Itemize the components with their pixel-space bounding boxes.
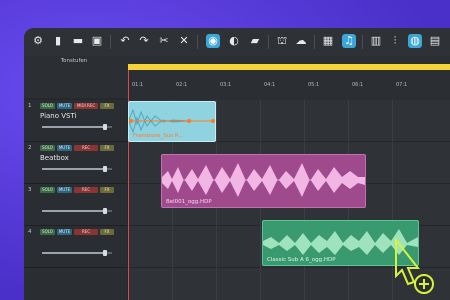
toolbar-separator bbox=[362, 35, 363, 49]
fx-button[interactable]: FX bbox=[100, 229, 114, 235]
export-icon[interactable]: ⛫ bbox=[275, 34, 289, 48]
fx-button[interactable]: FX bbox=[100, 187, 114, 193]
open-file-icon[interactable]: ▬ bbox=[71, 34, 85, 48]
track-number: 2 bbox=[28, 145, 32, 151]
volume-fill bbox=[42, 168, 105, 170]
track-header[interactable]: 2 SOLO MUTE REC FX Beatbox bbox=[24, 142, 127, 184]
ruler[interactable]: 01:1 02:1 03:1 04:1 05:1 06:1 07:1 bbox=[128, 78, 450, 100]
solo-button[interactable]: SOLO bbox=[40, 103, 55, 109]
loop-icon[interactable]: ◐ bbox=[227, 34, 241, 48]
keyboard-icon[interactable]: ▥ bbox=[369, 34, 383, 48]
solo-button[interactable]: SOLO bbox=[40, 229, 55, 235]
redo-icon[interactable]: ↷ bbox=[137, 34, 151, 48]
solo-button[interactable]: SOLO bbox=[40, 145, 55, 151]
rec-button[interactable]: REC bbox=[74, 229, 98, 235]
clip-name: Classic Sub A 6_ogg.HDP bbox=[267, 257, 336, 263]
add-cursor-icon bbox=[395, 238, 434, 294]
ruler-mark: 03:1 bbox=[220, 82, 232, 88]
toolbar-separator bbox=[314, 35, 315, 49]
track-name[interactable]: Piano VSTi bbox=[40, 112, 76, 120]
mute-button[interactable]: MUTE bbox=[57, 145, 72, 151]
save-icon[interactable]: ▣ bbox=[90, 34, 104, 48]
mixer-icon[interactable]: ⫶ bbox=[388, 34, 402, 48]
audio-clip[interactable]: Bel001_ogg.HDP bbox=[161, 154, 366, 208]
ruler-mark: 02:1 bbox=[176, 82, 188, 88]
gear-icon[interactable]: ⚙ bbox=[31, 34, 45, 48]
volume-slider[interactable] bbox=[42, 124, 112, 130]
track-number: 4 bbox=[28, 229, 32, 235]
toolbar: ⚙ ▮ ▬ ▣ ↶ ↷ ✂ ✕ ◉ ◐ ▰ ⛫ ☁ ▦ ♫ ▥ ⫶ ◍ ▤ bbox=[24, 28, 450, 57]
volume-slider[interactable] bbox=[42, 208, 112, 214]
volume-slider[interactable] bbox=[42, 250, 112, 256]
volume-fill bbox=[42, 252, 105, 254]
track-header-empty bbox=[24, 268, 127, 300]
ruler-mark: 07:1 bbox=[396, 82, 408, 88]
fx-button[interactable]: FX bbox=[100, 103, 114, 109]
ruler-mark: 04:1 bbox=[264, 82, 276, 88]
daw-window: ⚙ ▮ ▬ ▣ ↶ ↷ ✂ ✕ ◉ ◐ ▰ ⛫ ☁ ▦ ♫ ▥ ⫶ ◍ ▤ To… bbox=[24, 28, 450, 300]
toolbar-separator bbox=[110, 35, 111, 49]
clip-name: Bel001_ogg.HDP bbox=[166, 199, 212, 205]
undo-icon[interactable]: ↶ bbox=[118, 34, 132, 48]
music-note-icon[interactable]: ♫ bbox=[342, 34, 356, 48]
record-icon[interactable]: ◉ bbox=[206, 34, 220, 48]
track-number: 1 bbox=[28, 103, 32, 109]
cut-icon[interactable]: ✂ bbox=[157, 34, 171, 48]
track-name[interactable]: Beatbox bbox=[40, 154, 69, 162]
audio-clip[interactable]: Frambone_Sus R... bbox=[128, 101, 216, 142]
clip-name: Frambone_Sus R... bbox=[133, 133, 184, 139]
track-header[interactable]: 3 SOLO MUTE REC FX bbox=[24, 184, 127, 226]
rec-button[interactable]: REC bbox=[74, 145, 98, 151]
volume-fill bbox=[42, 210, 105, 212]
mute-button[interactable]: MUTE bbox=[57, 103, 72, 109]
header-label: Tonstufen bbox=[60, 58, 88, 64]
ruler-mark: 05:1 bbox=[308, 82, 320, 88]
grid-icon[interactable]: ▦ bbox=[321, 34, 335, 48]
volume-knob[interactable] bbox=[103, 208, 107, 214]
folder-icon[interactable]: ▰ bbox=[248, 34, 262, 48]
track-header[interactable]: 4 SOLO MUTE REC FX bbox=[24, 226, 127, 268]
volume-fill bbox=[42, 126, 105, 128]
close-icon[interactable]: ✕ bbox=[177, 34, 191, 48]
ruler-mark: 06:1 bbox=[352, 82, 364, 88]
timeline-bar[interactable] bbox=[128, 64, 450, 70]
ruler-mark: 01:1 bbox=[132, 82, 144, 88]
new-file-icon[interactable]: ▮ bbox=[51, 34, 65, 48]
volume-knob[interactable] bbox=[103, 166, 107, 172]
fx-button[interactable]: FX bbox=[100, 145, 114, 151]
solo-button[interactable]: SOLO bbox=[40, 187, 55, 193]
rec-button[interactable]: MIDI REC bbox=[74, 103, 98, 109]
toolbar-separator bbox=[268, 35, 269, 49]
more-icon[interactable]: ▤ bbox=[428, 34, 442, 48]
toolbar-separator bbox=[197, 35, 198, 49]
volume-knob[interactable] bbox=[103, 250, 107, 256]
mute-button[interactable]: MUTE bbox=[57, 187, 72, 193]
rec-button[interactable]: REC bbox=[74, 187, 98, 193]
volume-slider[interactable] bbox=[42, 166, 112, 172]
volume-knob[interactable] bbox=[103, 124, 107, 130]
track-number: 3 bbox=[28, 187, 32, 193]
track-header[interactable]: 1 SOLO MUTE MIDI REC FX Piano VSTi bbox=[24, 100, 127, 142]
upload-cloud-icon[interactable]: ☁ bbox=[294, 34, 308, 48]
mute-button[interactable]: MUTE bbox=[57, 229, 72, 235]
plugin-icon[interactable]: ◍ bbox=[408, 34, 422, 48]
